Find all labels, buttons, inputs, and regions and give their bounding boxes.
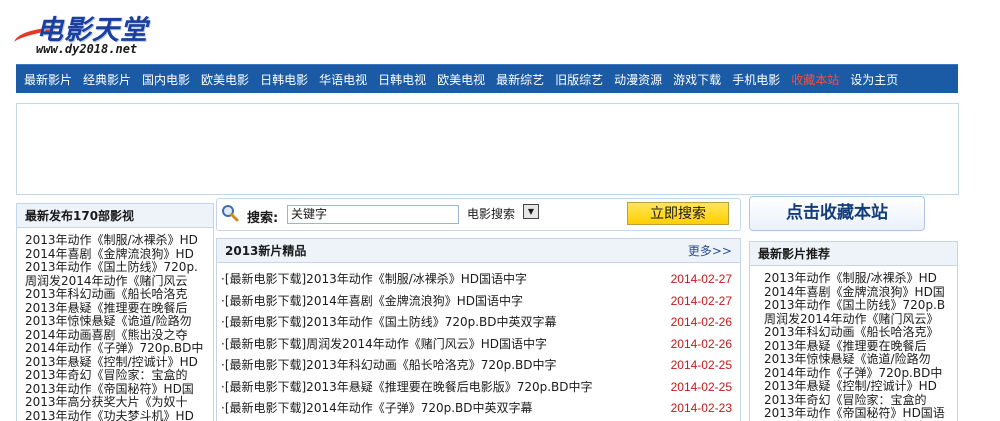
list-item[interactable]: ·[最新电影下载]2014年动作《子弹》720p.BD中英双字幕 2014-02-…	[221, 398, 740, 420]
search-icon	[222, 205, 239, 222]
list-item[interactable]: 2013年奇幻《冒险家：宝盒的	[764, 393, 957, 408]
nav-item[interactable]: 欧美电影	[201, 71, 249, 88]
nav-item[interactable]: 日韩电影	[260, 71, 308, 88]
latest-releases-list: 2013年动作《制服/冰裸杀》HD 2014年喜剧《金牌流浪狗》HD 2013年动作…	[17, 228, 213, 421]
search-category-select[interactable]: 电影搜索	[467, 205, 515, 222]
list-item[interactable]: ·[最新电影下载]周润发2014年动作《赌门风云》HD国语中字 2014-02-2…	[221, 334, 740, 356]
latest-releases-title: 最新发布170部影视	[17, 204, 213, 228]
movie-link[interactable]: ·[最新电影下载]2013年科幻动画《船长哈洛克》720p.BD中字	[221, 355, 557, 377]
nav-item[interactable]: 日韩电视	[378, 71, 426, 88]
nav-item[interactable]: 旧版综艺	[555, 71, 603, 88]
date-label: 2014-02-26	[670, 336, 732, 351]
nav-item[interactable]: 最新影片	[24, 71, 72, 88]
list-item[interactable]: 2013年悬疑《控制/控诚计》HD	[764, 379, 957, 394]
list-item[interactable]: ·[最新电影下载]2013年科幻动画《船长哈洛克》720p.BD中字 2014-0…	[221, 355, 740, 377]
list-item[interactable]: 2014年动作《子弹》720p.BD中	[25, 341, 213, 356]
date-label: 2014-02-27	[670, 293, 732, 308]
list-item[interactable]: 2013年惊悚悬疑《诡道/险路勿	[25, 314, 213, 329]
list-item[interactable]: 2013年科幻动画《船长哈洛克	[25, 287, 213, 302]
logo-domain: www.dy2018.net	[36, 42, 138, 56]
date-label: 2014-02-23	[670, 401, 732, 415]
list-item[interactable]: ·[最新电影下载]2014年喜剧《金牌流浪狗》HD国语中字 2014-02-27	[221, 291, 740, 313]
list-item[interactable]: 2013年惊悚悬疑《诡道/险路勿	[764, 352, 957, 367]
banner-area	[16, 103, 959, 195]
list-item[interactable]: ·[最新电影下载]2013年悬疑《推理要在晚餐后电影版》720p.BD中字 201…	[221, 377, 740, 399]
search-input[interactable]: 关键字	[287, 205, 459, 224]
nav-item[interactable]: 华语电视	[319, 71, 367, 88]
add-favorite-button[interactable]: 点击收藏本站	[749, 196, 925, 231]
list-item[interactable]: 2013年动作《帝国秘符》HD国语	[764, 406, 957, 421]
recommended-title: 最新影片推荐	[750, 242, 957, 266]
nav-item[interactable]: 游戏下载	[673, 71, 721, 88]
list-item[interactable]: 2013年悬疑《推理要在晚餐后	[25, 301, 213, 316]
list-item[interactable]: ·[最新电影下载]2013年动作《国土防线》720p.BD中英双字幕 2014-0…	[221, 312, 740, 334]
recommended-panel: 最新影片推荐 2013年动作《制服/冰裸杀》HD 2014年喜剧《金牌流浪狗》HD…	[749, 241, 958, 421]
date-label: 2014-02-25	[670, 379, 732, 394]
list-item[interactable]: 2014年动作《子弹》720p.BD中	[764, 366, 957, 381]
latest-releases-panel: 最新发布170部影视 2013年动作《制服/冰裸杀》HD 2014年喜剧《金牌流浪…	[16, 203, 214, 421]
list-item[interactable]: 2014年喜剧《金牌流浪狗》HD国	[764, 285, 957, 300]
nav-item[interactable]: 动漫资源	[614, 71, 662, 88]
nav-item[interactable]: 手机电影	[732, 71, 780, 88]
date-label: 2014-02-25	[670, 358, 732, 372]
recommended-list: 2013年动作《制服/冰裸杀》HD 2014年喜剧《金牌流浪狗》HD国 2013年动…	[750, 266, 957, 421]
nav-item[interactable]: 最新综艺	[496, 71, 544, 88]
nav-item[interactable]: 欧美电视	[437, 71, 485, 88]
search-button[interactable]: 立即搜索	[627, 202, 729, 225]
more-link[interactable]: 更多>>	[688, 239, 732, 262]
movie-link[interactable]: ·[最新电影下载]2014年动作《子弹》720p.BD中英双字幕	[221, 398, 533, 420]
movie-link[interactable]: ·[最新电影下载]2013年动作《国土防线》720p.BD中英双字幕	[221, 312, 557, 334]
list-item[interactable]: 2013年动作《制服/冰裸杀》HD	[764, 271, 957, 286]
list-item[interactable]: 2014年喜剧《金牌流浪狗》HD	[25, 247, 213, 262]
movie-link[interactable]: ·[最新电影下载]周润发2014年动作《赌门风云》HD国语中字	[221, 334, 547, 356]
list-item[interactable]: 2014年动画喜剧《熊出没之夺	[25, 328, 213, 343]
list-item[interactable]: 2013年悬疑《控制/控诚计》HD	[25, 355, 213, 370]
date-label: 2014-02-26	[670, 315, 732, 329]
list-item[interactable]: 2013年悬疑《推理要在晚餐后	[764, 339, 957, 354]
nav-item[interactable]: 收藏本站	[791, 71, 839, 88]
site-logo[interactable]: 电影天堂 www.dy2018.net	[12, 8, 174, 60]
new-movies-list: ·[最新电影下载]2013年动作《制服/冰裸杀》HD国语中字 2014-02-27…	[217, 263, 740, 421]
list-item[interactable]: 周润发2014年动作《赌门风云》	[764, 312, 957, 327]
new-movies-header: 2013新片精品 更多>>	[217, 239, 740, 263]
list-item[interactable]: 2013年动作《国土防线》720p.B	[764, 298, 957, 313]
list-item[interactable]: 2013年科幻动画《船长哈洛克》	[764, 325, 957, 340]
movie-link[interactable]: ·[最新电影下载]2014年喜剧《金牌流浪狗》HD国语中字	[221, 291, 523, 313]
date-label: 2014-02-27	[670, 272, 732, 286]
chevron-down-icon[interactable]: ▼	[523, 204, 539, 219]
list-item[interactable]: 2013年动作《国土防线》720p.	[25, 260, 213, 275]
nav-item[interactable]: 设为主页	[850, 71, 898, 88]
movie-link[interactable]: ·[最新电影下载]2013年悬疑《推理要在晚餐后电影版》720p.BD中字	[221, 377, 593, 399]
search-label: 搜索:	[247, 211, 279, 226]
nav-item[interactable]: 经典影片	[83, 71, 131, 88]
movie-link[interactable]: ·[最新电影下载]2013年动作《制服/冰裸杀》HD国语中字	[221, 269, 527, 291]
nav-item[interactable]: 国内电影	[142, 71, 190, 88]
list-item[interactable]: 2013年动作《制服/冰裸杀》HD	[25, 233, 213, 248]
list-item[interactable]: 2013年高分获奖大片《为奴十	[25, 395, 213, 410]
list-item[interactable]: 2013年动作《功夫梦斗机》HD	[25, 409, 213, 421]
list-item[interactable]: 2013年奇幻《冒险家：宝盒的	[25, 368, 213, 383]
new-movies-title: 2013新片精品	[225, 244, 307, 258]
list-item[interactable]: 周润发2014年动作《赌门风云	[25, 274, 213, 289]
list-item[interactable]: 2013年动作《帝国秘符》HD国	[25, 382, 213, 397]
list-item[interactable]: ·[最新电影下载]2013年动作《制服/冰裸杀》HD国语中字 2014-02-27	[221, 269, 740, 291]
new-movies-panel: 2013新片精品 更多>> ·[最新电影下载]2013年动作《制服/冰裸杀》HD…	[216, 238, 741, 421]
main-nav: 最新影片 经典影片 国内电影 欧美电影 日韩电影 华语电视 日韩电视 欧美电视 最新综艺 旧版综艺…	[16, 64, 958, 93]
